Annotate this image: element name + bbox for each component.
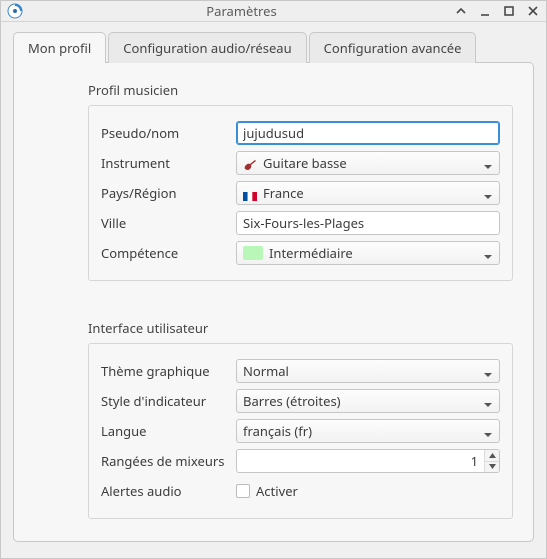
ui-fields: Thème graphique Normal Style d'indicateu…: [88, 343, 513, 519]
row-country: Pays/Région France: [101, 180, 500, 206]
instrument-value: Guitare basse: [263, 154, 477, 172]
content-area: Mon profil Configuration audio/réseau Co…: [1, 22, 546, 558]
indicator-value: Barres (étroites): [243, 392, 477, 410]
country-select[interactable]: France: [236, 181, 500, 205]
label-audio-alerts: Alertes audio: [101, 482, 236, 500]
row-city: Ville: [101, 210, 500, 236]
label-country: Pays/Région: [101, 184, 236, 202]
label-theme: Thème graphique: [101, 362, 236, 380]
tab-strip: Mon profil Configuration audio/réseau Co…: [13, 32, 534, 62]
settings-window: Paramètres Mon profil Configuration audi…: [0, 0, 547, 559]
skill-level-icon: [243, 246, 263, 260]
chevron-down-icon: [483, 366, 493, 376]
close-button[interactable]: [526, 4, 540, 18]
theme-select[interactable]: Normal: [236, 359, 500, 383]
city-input[interactable]: [236, 211, 500, 235]
stepper-up-button[interactable]: [485, 450, 499, 461]
maximize-button[interactable]: [502, 4, 516, 18]
row-audio-alerts: Alertes audio Activer: [101, 478, 500, 504]
section-user-interface: Interface utilisateur Thème graphique No…: [34, 319, 513, 519]
row-theme: Thème graphique Normal: [101, 358, 500, 384]
stepper-down-button[interactable]: [485, 461, 499, 473]
skill-value: Intermédiaire: [269, 244, 477, 262]
tab-advanced[interactable]: Configuration avancée: [309, 32, 477, 63]
chevron-down-icon: [483, 396, 493, 406]
audio-alerts-checkbox[interactable]: Activer: [236, 482, 500, 500]
mixer-rows-input[interactable]: [237, 450, 484, 472]
mixer-rows-stepper[interactable]: [236, 449, 500, 473]
row-skill: Compétence Intermédiaire: [101, 240, 500, 266]
label-instrument: Instrument: [101, 154, 236, 172]
theme-value: Normal: [243, 362, 477, 380]
profile-fields: Pseudo/nom Instrument Guita: [88, 105, 513, 281]
label-skill: Compétence: [101, 244, 236, 262]
chevron-down-icon: [483, 426, 493, 436]
tab-panel-my-profile: Profil musicien Pseudo/nom Instrument: [13, 62, 534, 542]
section-title-ui: Interface utilisateur: [88, 319, 513, 337]
language-select[interactable]: français (fr): [236, 419, 500, 443]
skill-select[interactable]: Intermédiaire: [236, 241, 500, 265]
checkbox-box: [236, 484, 250, 498]
window-controls: [454, 4, 540, 18]
label-pseudo: Pseudo/nom: [101, 124, 236, 142]
row-instrument: Instrument Guitare basse: [101, 150, 500, 176]
flag-france-icon: [243, 187, 257, 199]
tab-my-profile[interactable]: Mon profil: [13, 32, 106, 63]
titlebar: Paramètres: [1, 1, 546, 22]
row-pseudo: Pseudo/nom: [101, 120, 500, 146]
row-mixer-rows: Rangées de mixeurs: [101, 448, 500, 474]
row-language: Langue français (fr): [101, 418, 500, 444]
label-indicator: Style d'indicateur: [101, 392, 236, 410]
pseudo-input[interactable]: [236, 121, 500, 145]
audio-alerts-checkbox-label: Activer: [256, 482, 298, 500]
section-title-profile: Profil musicien: [88, 81, 513, 99]
country-value: France: [263, 184, 477, 202]
language-value: français (fr): [243, 422, 477, 440]
chevron-down-icon: [483, 248, 493, 258]
row-indicator: Style d'indicateur Barres (étroites): [101, 388, 500, 414]
instrument-select[interactable]: Guitare basse: [236, 151, 500, 175]
window-title: Paramètres: [29, 2, 454, 20]
minimize-button[interactable]: [478, 4, 492, 18]
roll-up-button[interactable]: [454, 4, 468, 18]
chevron-down-icon: [483, 158, 493, 168]
app-icon: [7, 3, 23, 19]
section-musician-profile: Profil musicien Pseudo/nom Instrument: [34, 81, 513, 281]
label-language: Langue: [101, 422, 236, 440]
indicator-select[interactable]: Barres (étroites): [236, 389, 500, 413]
tab-audio-network[interactable]: Configuration audio/réseau: [108, 32, 306, 63]
label-mixer-rows: Rangées de mixeurs: [101, 452, 236, 470]
guitar-icon: [243, 157, 257, 169]
label-city: Ville: [101, 214, 236, 232]
chevron-down-icon: [483, 188, 493, 198]
